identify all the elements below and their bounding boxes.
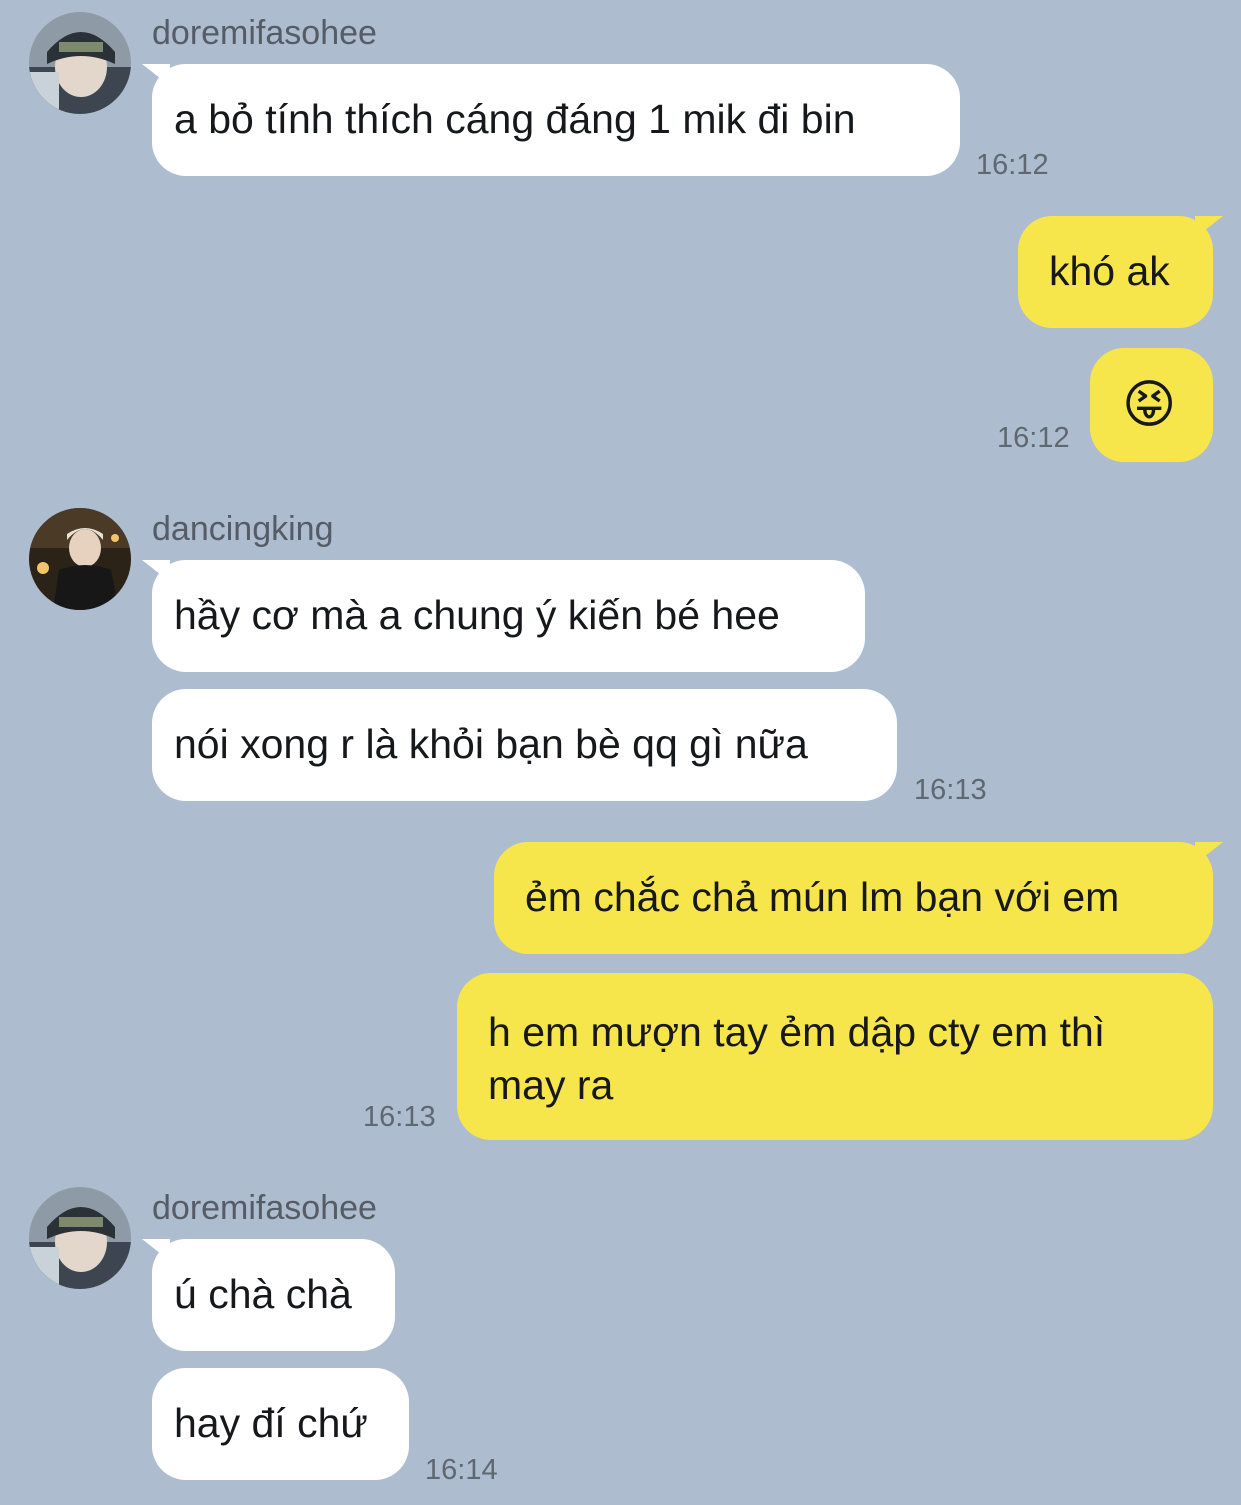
sender-name: dancingking bbox=[152, 510, 334, 548]
message-text: khó ak bbox=[1049, 248, 1170, 294]
message-text: hầy cơ mà a chung ý kiến bé hee bbox=[174, 592, 780, 638]
bubble-tail bbox=[142, 560, 170, 582]
message-timestamp: 16:12 bbox=[997, 422, 1070, 454]
message-text: hay đí chứ bbox=[174, 1400, 368, 1446]
message-timestamp: 16:13 bbox=[363, 1101, 436, 1133]
message-bubble[interactable]: hầy cơ mà a chung ý kiến bé hee bbox=[142, 560, 865, 672]
message-timestamp: 16:14 bbox=[425, 1454, 498, 1486]
message-bubble[interactable]: khó ak bbox=[1018, 216, 1223, 328]
bubble-tail bbox=[1195, 216, 1223, 238]
message-bubble[interactable]: h em mượn tay ẻm dập cty em thì may ra bbox=[457, 973, 1213, 1140]
sender-name: doremifasohee bbox=[152, 14, 377, 52]
message-text: ú chà chà bbox=[174, 1271, 352, 1317]
message-bubble[interactable]: hay đí chứ bbox=[152, 1368, 409, 1480]
bubble-tail bbox=[1195, 842, 1223, 864]
sender-name: doremifasohee bbox=[152, 1189, 377, 1227]
message-text: nói xong r là khỏi bạn bè qq gì nữa bbox=[174, 721, 808, 767]
message-bubble[interactable]: nói xong r là khỏi bạn bè qq gì nữa bbox=[152, 689, 897, 801]
message-text: ẻm chắc chả mún lm bạn với em bbox=[525, 874, 1120, 920]
message-bubble[interactable]: a bỏ tính thích cáng đáng 1 mik đi bin bbox=[142, 64, 960, 176]
squinting-face-with-tongue-icon: 😝 bbox=[1122, 376, 1177, 434]
user-avatar-doremifasohee-icon[interactable] bbox=[29, 1187, 131, 1289]
user-avatar-doremifasohee-icon[interactable] bbox=[29, 12, 131, 114]
user-avatar-dancingking-icon[interactable] bbox=[29, 508, 131, 610]
message-timestamp: 16:13 bbox=[914, 774, 987, 806]
emoji-message-bubble[interactable]: 😝 bbox=[1090, 348, 1213, 462]
message-text: h em mượn tay ẻm dập cty em thì may ra bbox=[488, 1009, 1106, 1108]
bubble-tail bbox=[142, 1239, 170, 1261]
message-bubble[interactable]: ú chà chà bbox=[142, 1239, 395, 1351]
message-bubble[interactable]: ẻm chắc chả mún lm bạn với em bbox=[494, 842, 1223, 954]
bubble-tail bbox=[142, 64, 170, 86]
message-timestamp: 16:12 bbox=[976, 149, 1049, 181]
message-text: a bỏ tính thích cáng đáng 1 mik đi bin bbox=[174, 96, 856, 142]
